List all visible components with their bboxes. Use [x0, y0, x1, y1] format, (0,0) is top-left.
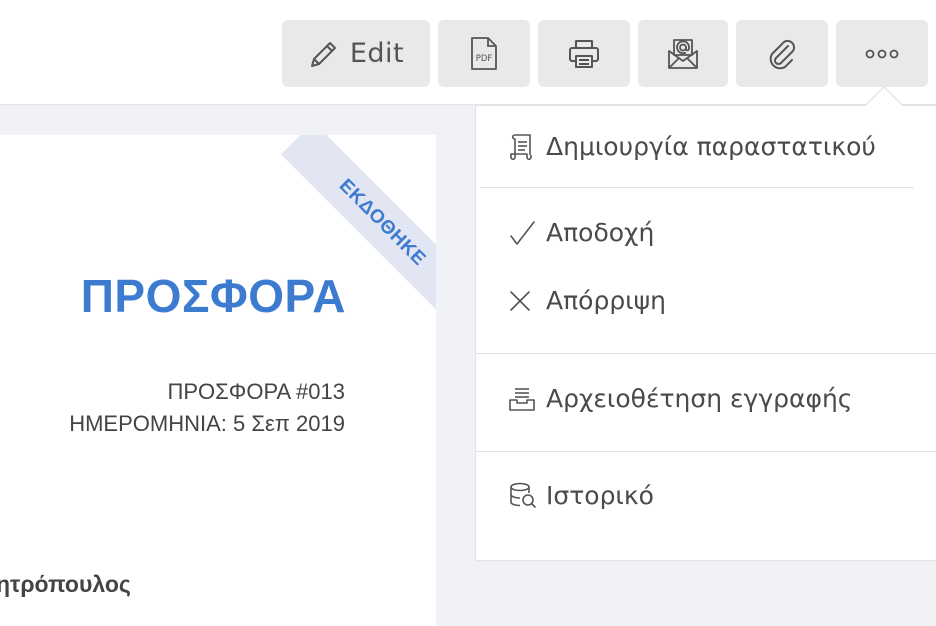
menu-divider — [476, 353, 936, 354]
menu-item-label: Αρχειοθέτηση εγγραφής — [546, 384, 853, 413]
close-icon — [508, 289, 540, 313]
edit-button-label: Edit — [349, 38, 405, 69]
more-options-button[interactable] — [836, 20, 928, 87]
more-options-menu: Δημιουργία παραστατικού Αποδοχή Απόρριψη — [475, 105, 936, 561]
document-date: ΗΜΕΡΟΜΗΝΙΑ: 5 Σεπ 2019 — [69, 411, 345, 436]
pdf-icon-text: PDF — [476, 54, 493, 64]
menu-item-label: Αποδοχή — [546, 218, 655, 247]
email-envelope-icon — [666, 37, 700, 71]
status-ribbon-text: ΕΚΔΟΘΗΚΕ — [334, 175, 430, 271]
pencil-icon — [308, 38, 340, 70]
print-button[interactable] — [538, 20, 630, 87]
menu-item-label: Δημιουργία παραστατικού — [546, 132, 876, 161]
history-database-icon — [508, 482, 540, 510]
menu-item-label: Απόρριψη — [546, 286, 666, 315]
document-number: ΠΡΟΣΦΟΡΑ #013 — [167, 379, 346, 404]
attach-button[interactable] — [736, 20, 828, 87]
archive-tray-icon — [508, 386, 540, 412]
printer-icon — [567, 38, 601, 70]
pdf-file-icon: PDF — [468, 36, 500, 72]
document-title: ΠΡΟΣΦΟΡΑ — [80, 270, 346, 322]
document-scroll-icon — [508, 133, 540, 161]
pdf-button[interactable]: PDF — [438, 20, 530, 87]
edit-button[interactable]: Edit — [282, 20, 430, 87]
quote-document-page: ΕΚΔΟΘΗΚΕ ΠΡΟΣΦΟΡΑ ΠΡΟΣΦΟΡΑ #013 ΗΜΕΡΟΜΗΝ… — [0, 135, 436, 626]
menu-divider — [480, 187, 914, 188]
customer-name: ητρόπουλος — [0, 571, 131, 597]
checkmark-icon — [508, 219, 540, 247]
menu-divider — [476, 451, 936, 452]
menu-item-history[interactable]: Ιστορικό — [508, 481, 654, 510]
menu-item-accept[interactable]: Αποδοχή — [508, 218, 654, 247]
menu-item-reject[interactable]: Απόρριψη — [508, 286, 666, 315]
more-dots-icon — [865, 48, 899, 60]
email-button[interactable] — [638, 20, 728, 87]
paperclip-icon — [765, 37, 799, 71]
top-toolbar: Edit PDF — [0, 0, 936, 105]
menu-item-create-document[interactable]: Δημιουργία παραστατικού — [508, 132, 876, 161]
menu-item-archive[interactable]: Αρχειοθέτηση εγγραφής — [508, 384, 852, 413]
menu-caret-fill — [866, 88, 902, 106]
menu-item-label: Ιστορικό — [546, 481, 654, 510]
